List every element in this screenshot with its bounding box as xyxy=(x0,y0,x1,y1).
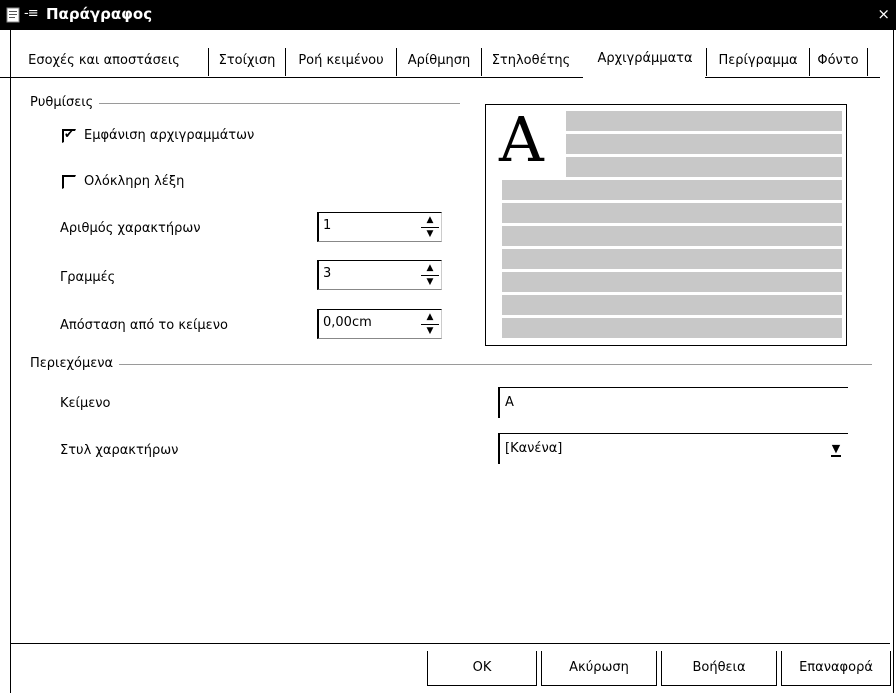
tab-text-flow[interactable]: Ροή κειμένου xyxy=(286,48,397,76)
tab-borders[interactable]: Περίγραμμα xyxy=(706,48,810,76)
text-label: Κείμενο xyxy=(60,396,111,411)
tab-bar: Εσοχές και αποστάσεις Στοίχιση Ροή κειμέ… xyxy=(0,46,896,80)
spin-up-icon[interactable]: ▲ xyxy=(421,311,439,323)
tab-label: Φόντο xyxy=(817,53,859,68)
distance-spinbox[interactable]: 0,00cm ▲ ▼ xyxy=(317,309,442,339)
contents-group-line xyxy=(30,364,872,365)
pin-icon[interactable]: -≡ xyxy=(24,6,39,21)
preview-line xyxy=(566,157,842,177)
preview-line xyxy=(502,272,842,292)
reset-button-label: Επαναφορά xyxy=(799,660,873,675)
tab-label: Αρίθμηση xyxy=(407,53,471,68)
settings-group-label: Ρυθμίσεις xyxy=(30,95,100,110)
preview-line xyxy=(502,203,842,223)
show-dropcaps-checkbox[interactable]: ✔ Εμφάνιση αρχιγραμμάτων xyxy=(62,126,255,143)
tab-numbering[interactable]: Αρίθμηση xyxy=(397,48,482,76)
checkbox-box[interactable]: ✔ xyxy=(62,126,76,143)
window-right-border xyxy=(893,30,894,693)
tab-indents-spacing[interactable]: Εσοχές και αποστάσεις xyxy=(0,48,209,76)
spin-down-icon[interactable]: ▼ xyxy=(421,227,439,240)
tab-label: Στηλοθέτης xyxy=(491,53,571,68)
spin-up-icon[interactable]: ▲ xyxy=(421,262,439,274)
tab-label: Περίγραμμα xyxy=(718,53,798,68)
paragraph-dialog: -≡ Παράγραφος × Εσοχές και αποστάσεις Στ… xyxy=(0,0,896,693)
reset-button[interactable]: Επαναφορά xyxy=(781,651,891,686)
spin-down-icon[interactable]: ▼ xyxy=(421,275,439,288)
help-button[interactable]: Βοήθεια xyxy=(661,651,777,686)
footer-separator xyxy=(10,643,890,644)
cancel-button[interactable]: Ακύρωση xyxy=(541,651,657,686)
ok-button[interactable]: OK xyxy=(427,651,537,686)
title-bar[interactable]: -≡ Παράγραφος × xyxy=(0,0,896,30)
preview-line xyxy=(502,249,842,269)
preview-line xyxy=(502,180,842,200)
distance-label: Απόσταση από το κείμενο xyxy=(60,318,228,333)
char-style-value: [Κανένα] xyxy=(505,441,563,456)
lines-label: Γραμμές xyxy=(60,270,116,285)
contents-group-label: Περιεχόμενα xyxy=(30,356,120,371)
text-input[interactable]: A xyxy=(498,387,848,418)
dropdown-underline xyxy=(831,455,841,457)
preview-line xyxy=(502,295,842,315)
tab-alignment[interactable]: Στοίχιση xyxy=(209,48,286,76)
char-style-label: Στυλ χαρακτήρων xyxy=(60,443,179,458)
ok-button-label: OK xyxy=(472,660,492,675)
lines-spinbox[interactable]: 3 ▲ ▼ xyxy=(317,260,442,290)
close-icon[interactable]: × xyxy=(877,5,890,23)
preview-dropcap-letter: A xyxy=(499,103,544,176)
spin-up-icon[interactable]: ▲ xyxy=(421,214,439,226)
window-title: Παράγραφος xyxy=(46,5,153,23)
spin-buttons: ▲ ▼ xyxy=(421,214,439,240)
tab-label: Αρχιγράμματα xyxy=(597,51,693,66)
tab-tabs[interactable]: Στηλοθέτης xyxy=(482,48,580,76)
window-left-border xyxy=(10,30,11,693)
num-chars-value[interactable]: 1 xyxy=(323,218,331,233)
show-dropcaps-label: Εμφάνιση αρχιγραμμάτων xyxy=(84,128,255,143)
distance-value[interactable]: 0,00cm xyxy=(323,315,372,330)
tab-label: Ροή κειμένου xyxy=(298,53,384,68)
dropdown-arrow-glyph: ▼ xyxy=(831,442,841,455)
tab-label: Στοίχιση xyxy=(218,53,276,68)
preview-line xyxy=(566,111,842,131)
num-chars-spinbox[interactable]: 1 ▲ ▼ xyxy=(317,212,442,242)
char-style-dropdown[interactable]: [Κανένα] ▼ xyxy=(498,433,848,464)
cancel-button-label: Ακύρωση xyxy=(569,660,629,675)
tab-baseline-right xyxy=(705,77,880,78)
preview-line xyxy=(502,318,842,338)
checkbox-box[interactable] xyxy=(62,174,76,189)
dropcap-preview: A xyxy=(485,104,847,346)
chevron-down-icon[interactable]: ▼ xyxy=(828,439,844,459)
whole-word-checkbox[interactable]: Ολόκληρη λέξη xyxy=(62,174,184,189)
spin-buttons: ▲ ▼ xyxy=(421,311,439,337)
preview-line xyxy=(502,226,842,246)
tab-background[interactable]: Φόντο xyxy=(809,48,868,76)
preview-line xyxy=(566,134,842,154)
num-chars-label: Αριθμός χαρακτήρων xyxy=(60,221,201,236)
tab-drop-caps[interactable]: Αρχιγράμματα xyxy=(583,46,706,76)
spin-down-icon[interactable]: ▼ xyxy=(421,324,439,337)
check-icon: ✔ xyxy=(64,126,75,141)
tab-label: Εσοχές και αποστάσεις xyxy=(28,53,180,68)
help-button-label: Βοήθεια xyxy=(692,660,746,675)
whole-word-label: Ολόκληρη λέξη xyxy=(84,174,185,189)
lines-value[interactable]: 3 xyxy=(323,266,331,281)
text-input-value[interactable]: A xyxy=(505,395,514,410)
document-icon xyxy=(6,7,20,23)
spin-buttons: ▲ ▼ xyxy=(421,262,439,288)
tab-baseline xyxy=(0,77,583,78)
